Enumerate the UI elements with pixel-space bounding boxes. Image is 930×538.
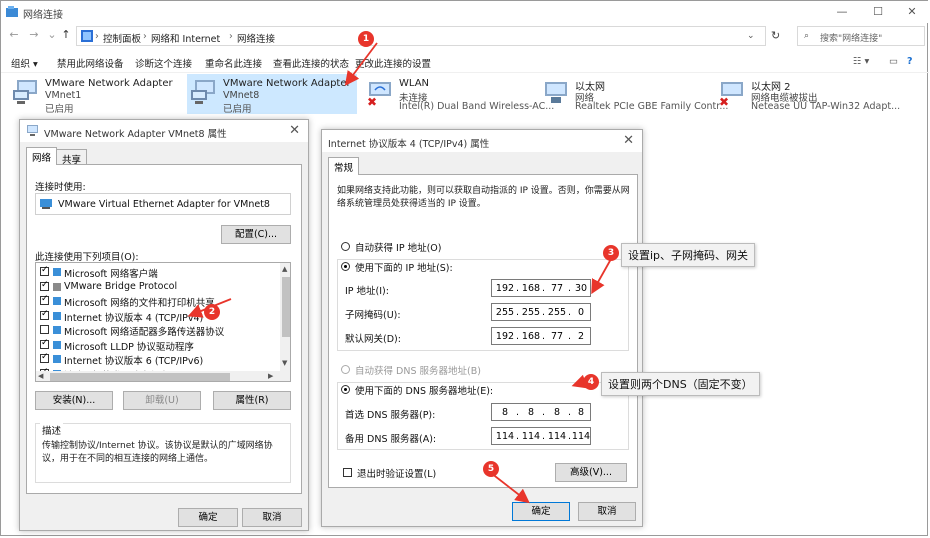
window-frame: 网络连接 — ☐ ✕ ← → ⌄ ↑ › 控制面板 › 网络和 Internet… (0, 0, 929, 536)
annotation-callout-3: 设置ip、子网掩码、网关 (621, 243, 756, 267)
annotation-callout-4: 设置则两个DNS（固定不变） (601, 372, 760, 396)
arrow-5 (490, 472, 530, 504)
annotation-badge-5: 5 (483, 461, 499, 477)
arrow-3 (591, 258, 612, 295)
tab-general[interactable]: 常规 (328, 157, 360, 175)
tab-network[interactable]: 网络 (26, 147, 58, 165)
annotation-badge-2: 2 (204, 304, 220, 320)
annotation-badge-3: 3 (603, 245, 619, 261)
arrow-1 (344, 42, 378, 86)
annotation-badge-1: 1 (358, 31, 374, 47)
annotation-badge-4: 4 (583, 374, 599, 390)
annotation-arrows (187, 42, 612, 504)
